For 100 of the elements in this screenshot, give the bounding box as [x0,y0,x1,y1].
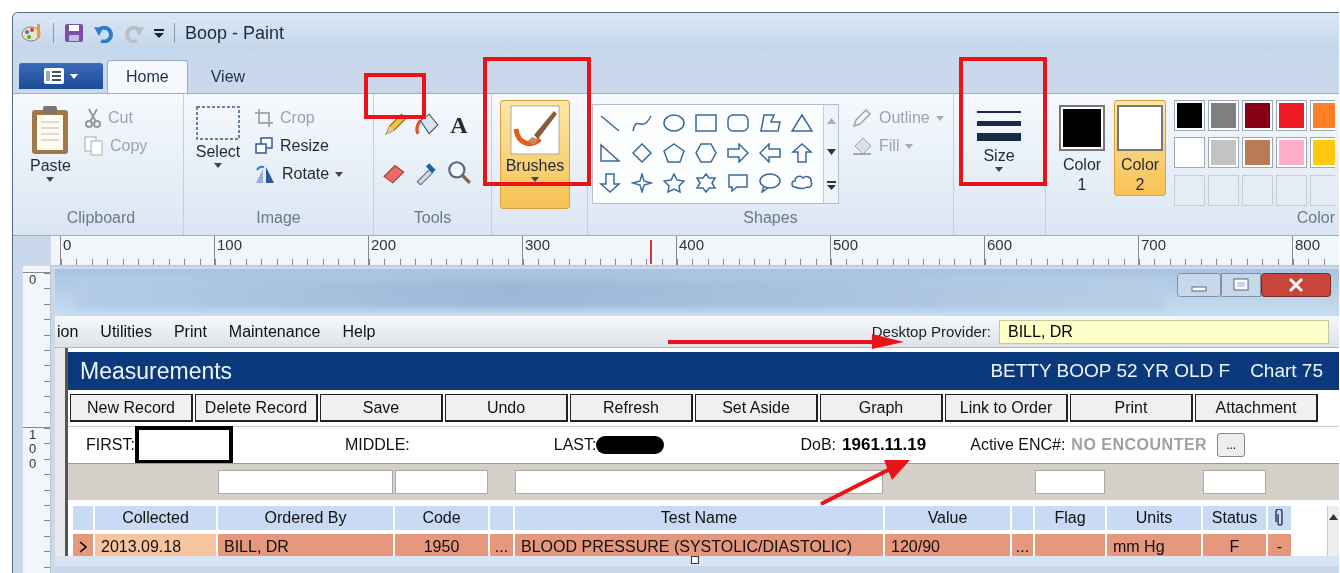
caret-icon [335,171,344,177]
action-button[interactable]: Graph [820,394,943,422]
select-button[interactable]: Select [188,100,248,209]
save-icon[interactable] [64,23,84,43]
lookup-button[interactable]: ... [1217,433,1246,457]
action-button[interactable]: Save [320,394,443,422]
menu-item[interactable]: ion [57,322,79,341]
pentagon-icon[interactable] [663,143,685,163]
action-button[interactable]: New Record [70,394,193,422]
four-point-star-icon[interactable] [631,173,653,193]
color-swatch[interactable] [1276,174,1307,206]
menu-item[interactable]: Help [342,322,376,341]
filter-field[interactable] [1035,470,1105,494]
color-swatch[interactable] [1174,174,1205,206]
palette-icon[interactable] [21,23,43,43]
chart-number: Chart 75 [1250,360,1323,382]
column-header[interactable]: Units [1107,506,1201,530]
six-point-star-icon[interactable] [695,173,717,193]
color-swatch[interactable] [1174,137,1205,169]
group-label: Clipboard [65,209,137,228]
diamond-icon[interactable] [631,143,653,163]
ruler-number: 300 [524,236,551,253]
dropdown-icon[interactable] [154,28,164,38]
ruler-number: 400 [678,236,705,253]
action-button[interactable]: Attachment [1195,394,1318,422]
pencil-icon[interactable] [382,112,408,138]
filter-field[interactable] [515,470,883,494]
column-header[interactable]: Value [885,506,1010,530]
color-swatch[interactable] [1242,174,1273,206]
filter-field[interactable] [395,470,488,494]
speech-bubble-icon[interactable] [727,173,749,193]
maximize-icon[interactable] [1221,273,1261,297]
selection-icon [195,105,241,141]
color-swatch[interactable] [1208,137,1239,169]
color-swatch[interactable] [1310,100,1335,131]
provider-field[interactable]: BILL, DR [999,319,1329,344]
color-slot[interactable]: Color 2 [1114,100,1166,196]
color-swatch[interactable] [1208,100,1239,131]
line-icon[interactable] [599,113,621,133]
oval-icon[interactable] [663,113,685,133]
action-button[interactable]: Delete Record [195,394,318,422]
scroll-down-icon[interactable] [826,149,836,156]
action-button[interactable]: Undo [445,394,568,422]
magnifier-icon[interactable] [446,158,472,185]
color-swatch[interactable] [1276,137,1307,169]
column-header[interactable]: Flag [1035,506,1105,530]
rectangle-icon[interactable] [695,113,717,133]
close-icon[interactable] [1261,273,1331,297]
color-swatch[interactable] [1208,174,1239,206]
hexagon-icon[interactable] [695,143,717,163]
right-arrow-icon[interactable] [727,143,749,163]
column-header[interactable]: Ordered By [218,506,393,530]
rounded-rectangle-icon[interactable] [727,113,749,133]
brushes-button[interactable]: Brushes [500,100,570,209]
down-arrow-icon[interactable] [599,173,621,193]
menu-item[interactable]: Utilities [100,322,152,341]
star-icon[interactable] [663,173,685,193]
undo-icon[interactable] [94,23,114,43]
ribbon-tab[interactable]: Home [107,60,188,93]
color-swatch[interactable] [1310,174,1335,206]
ribbon-tab[interactable]: View [191,60,265,93]
color-slot[interactable]: Color 1 [1056,100,1108,196]
color-swatch[interactable] [1242,137,1273,169]
group-label: Tools [412,209,453,228]
oval-callout-icon[interactable] [759,173,781,193]
caret-icon [46,177,55,182]
filter-field[interactable] [218,470,393,494]
column-header[interactable] [1268,506,1291,530]
column-header[interactable]: Code [395,506,488,530]
expand-icon[interactable] [826,181,836,191]
right-triangle-icon[interactable] [599,143,621,163]
toolbar-button[interactable]: Resize [252,136,346,156]
paste-button[interactable]: Paste [23,100,78,209]
curve-icon[interactable] [631,113,653,133]
triangle-icon[interactable] [791,113,813,133]
menu-item[interactable]: Print [173,322,207,341]
column-header[interactable]: Test Name [515,506,883,530]
color-swatch[interactable] [1242,100,1273,131]
left-arrow-icon[interactable] [759,143,781,163]
text-tool[interactable]: A [446,112,472,138]
action-button[interactable]: Link to Order [945,394,1068,422]
action-button[interactable]: Set Aside [695,394,818,422]
color-swatch[interactable] [1310,137,1335,169]
polygon-icon[interactable] [759,113,781,133]
up-arrow-icon[interactable] [791,143,813,163]
column-header[interactable]: Collected [95,506,216,530]
color-swatch[interactable] [1174,100,1205,131]
action-button[interactable]: Refresh [570,394,693,422]
minimize-icon[interactable] [1177,273,1221,297]
action-button[interactable]: Print [1070,394,1193,422]
resize-handle[interactable] [691,556,699,564]
filter-field[interactable] [1203,470,1266,494]
scroll-up-icon[interactable] [1329,514,1338,520]
column-header[interactable]: Status [1203,506,1266,530]
color-swatch[interactable] [1276,100,1307,131]
size-button[interactable]: Size [964,100,1034,209]
menu-item[interactable]: Maintenance [228,322,321,341]
toolbar-button[interactable]: Rotate [252,164,346,184]
ruler-number: 0 [62,236,72,253]
app-menu-button[interactable] [19,63,103,89]
